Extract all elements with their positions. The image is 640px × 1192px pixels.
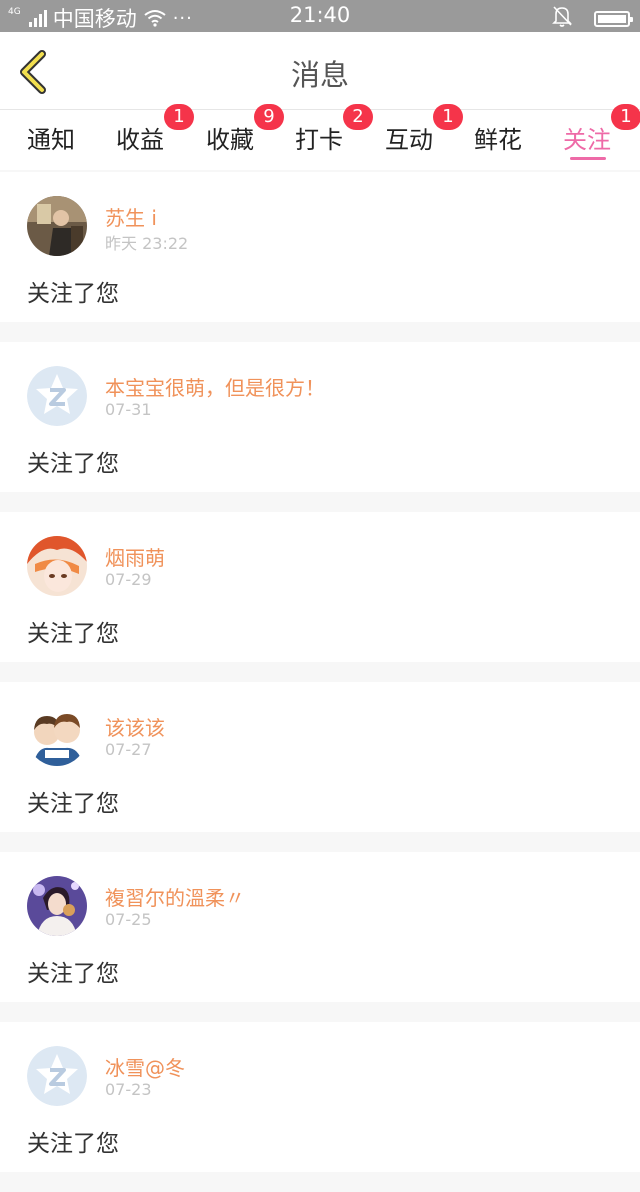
- avatar[interactable]: [27, 1046, 87, 1106]
- unread-badge: 2: [343, 104, 373, 130]
- timestamp: 07-29: [105, 570, 152, 589]
- tab-notice[interactable]: 通知: [27, 120, 75, 155]
- tab-label: 鲜花: [474, 126, 522, 154]
- username[interactable]: 複習尔的溫柔〃: [105, 882, 245, 911]
- unread-badge: 1: [164, 104, 194, 130]
- username[interactable]: 苏生 i: [105, 202, 157, 231]
- active-tab-indicator: [570, 157, 606, 160]
- status-right: [552, 5, 633, 32]
- list-item[interactable]: 冰雪@冬 07-23 关注了您: [0, 1022, 640, 1172]
- mute-bell-icon: [552, 5, 572, 32]
- avatar[interactable]: [27, 366, 87, 426]
- timestamp: 07-27: [105, 740, 152, 759]
- message-text: 关注了您: [27, 1131, 119, 1157]
- list-item[interactable]: 本宝宝很萌，但是很方！ 07-31 关注了您: [0, 342, 640, 492]
- list-item[interactable]: 複習尔的溫柔〃 07-25 关注了您: [0, 852, 640, 1002]
- username[interactable]: 本宝宝很萌，但是很方！: [105, 372, 325, 401]
- qq-default-avatar-icon: [27, 1046, 87, 1106]
- list-item[interactable]: 苏生 i 昨天 23:22 关注了您: [0, 172, 640, 322]
- timestamp: 07-25: [105, 910, 152, 929]
- tab-interaction[interactable]: 互动 1: [385, 104, 463, 155]
- list-item[interactable]: 烟雨萌 07-29 关注了您: [0, 512, 640, 662]
- tab-label: 通知: [27, 126, 75, 154]
- tab-label: 关注: [563, 126, 611, 154]
- battery-icon: [594, 10, 633, 27]
- notification-list: 苏生 i 昨天 23:22 关注了您 本宝宝很萌，但是很方！ 07-31 关注了…: [0, 172, 640, 1192]
- username[interactable]: 烟雨萌: [105, 542, 165, 571]
- tab-label: 收藏: [206, 126, 254, 154]
- tab-label: 互动: [385, 126, 433, 154]
- clock: 21:40: [289, 3, 351, 27]
- avatar[interactable]: [27, 706, 87, 766]
- message-text: 关注了您: [27, 791, 119, 817]
- page-title: 消息: [290, 58, 349, 92]
- message-text: 关注了您: [27, 451, 119, 477]
- timestamp: 07-23: [105, 1080, 152, 1099]
- message-text: 关注了您: [27, 621, 119, 647]
- tab-checkin[interactable]: 打卡 2: [295, 104, 373, 155]
- tab-label: 打卡: [295, 126, 343, 154]
- username[interactable]: 该该该: [105, 712, 165, 741]
- message-text: 关注了您: [27, 961, 119, 987]
- tab-bar: 通知 收益 1 收藏 9 打卡 2 互动 1 鲜花 关注 1: [0, 104, 640, 170]
- status-bar: 4G 中国移动 ··· 21:40: [0, 0, 640, 32]
- list-item[interactable]: 该该该 07-27 关注了您: [0, 682, 640, 832]
- username[interactable]: 冰雪@冬: [105, 1052, 185, 1081]
- avatar[interactable]: [27, 536, 87, 596]
- tab-earnings[interactable]: 收益 1: [116, 104, 194, 155]
- qq-default-avatar-icon: [27, 366, 87, 426]
- tab-flowers[interactable]: 鲜花: [474, 120, 522, 155]
- tab-follow[interactable]: 关注 1: [563, 104, 640, 155]
- unread-badge: 1: [433, 104, 463, 130]
- tab-label: 收益: [116, 126, 164, 154]
- message-text: 关注了您: [27, 281, 119, 307]
- timestamp: 昨天 23:22: [105, 234, 189, 253]
- timestamp: 07-31: [105, 400, 152, 419]
- avatar[interactable]: [27, 196, 87, 256]
- avatar[interactable]: [27, 876, 87, 936]
- tab-favorites[interactable]: 收藏 9: [206, 104, 284, 155]
- unread-badge: 9: [254, 104, 284, 130]
- unread-badge: 1: [611, 104, 640, 130]
- top-bar: 消息: [0, 32, 640, 110]
